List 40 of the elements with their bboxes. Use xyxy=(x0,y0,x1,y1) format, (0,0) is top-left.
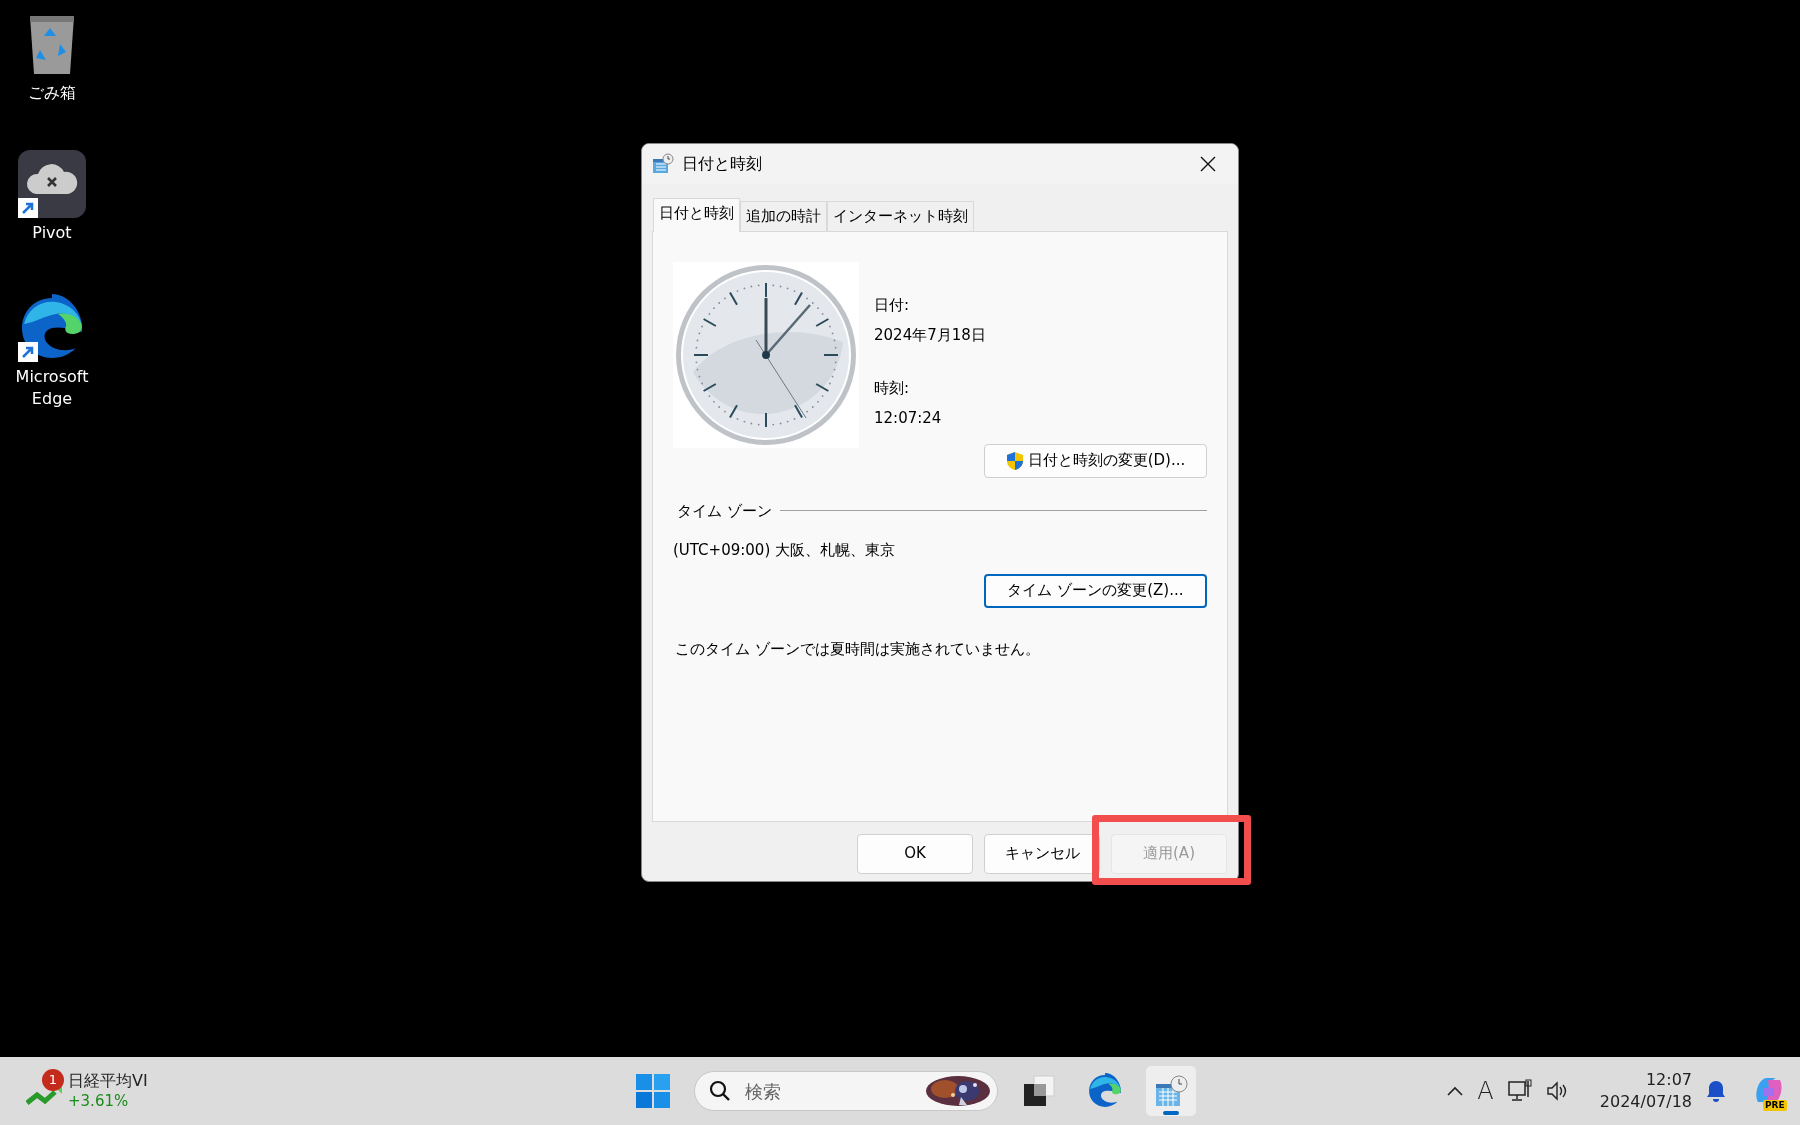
clock-date[interactable]: 2024/07/18 xyxy=(1599,1091,1692,1113)
time-label: 時刻: xyxy=(874,377,911,399)
change-date-time-button[interactable]: 日付と時刻の変更(D)... xyxy=(984,443,1207,478)
icon-label: Pivot xyxy=(32,222,72,244)
chevron-up-icon[interactable] xyxy=(1447,1086,1464,1096)
dst-note: このタイム ゾーンでは夏時間は実施されていません。 xyxy=(674,638,1041,660)
search-input[interactable]: 検索 xyxy=(743,1076,913,1106)
widget-title: 日経平均VI xyxy=(68,1070,148,1092)
notification-badge: 1 xyxy=(42,1069,64,1091)
tab[interactable]: 日付と時刻 xyxy=(653,198,740,232)
ime-indicator[interactable]: A xyxy=(1477,1073,1494,1109)
close-icon xyxy=(1200,156,1216,172)
bell-icon[interactable] xyxy=(1706,1080,1726,1102)
window-title: 日付と時刻 xyxy=(682,153,762,175)
tab[interactable]: 追加の時計 xyxy=(740,201,827,231)
calendar-clock-icon xyxy=(1154,1074,1188,1108)
change-timezone-button[interactable]: タイム ゾーンの変更(Z)... xyxy=(984,573,1207,608)
icon-label: ごみ箱 xyxy=(28,82,76,104)
timezone-value: (UTC+09:00) 大阪、札幌、東京 xyxy=(673,540,896,561)
windows-logo-icon xyxy=(636,1074,670,1108)
clock-time[interactable]: 12:07 xyxy=(1599,1069,1692,1091)
search-field[interactable]: 検索 xyxy=(694,1071,998,1111)
tab[interactable]: インターネット時刻 xyxy=(827,201,974,231)
date-label: 日付: xyxy=(874,294,911,316)
group-label: タイム ゾーン xyxy=(677,500,772,522)
task-view-icon xyxy=(1022,1074,1056,1108)
icon-label: Microsoft Edge xyxy=(14,366,90,411)
running-indicator xyxy=(1163,1111,1179,1115)
date-value: 2024年7月18日 xyxy=(874,325,986,346)
dialog-button[interactable]: OK xyxy=(857,833,973,874)
preview-badge: PRE xyxy=(1763,1100,1787,1111)
network-icon[interactable] xyxy=(1507,1079,1532,1103)
calendar-clock-icon xyxy=(652,153,674,175)
search-icon xyxy=(709,1080,731,1102)
edge-icon xyxy=(1087,1073,1123,1109)
cloud-icon xyxy=(18,150,86,218)
time-value: 12:07:24 xyxy=(874,408,943,429)
dialog-button[interactable]: キャンセル xyxy=(984,833,1100,874)
shield-icon xyxy=(1005,450,1024,471)
widget-change: +3.61% xyxy=(68,1091,130,1112)
